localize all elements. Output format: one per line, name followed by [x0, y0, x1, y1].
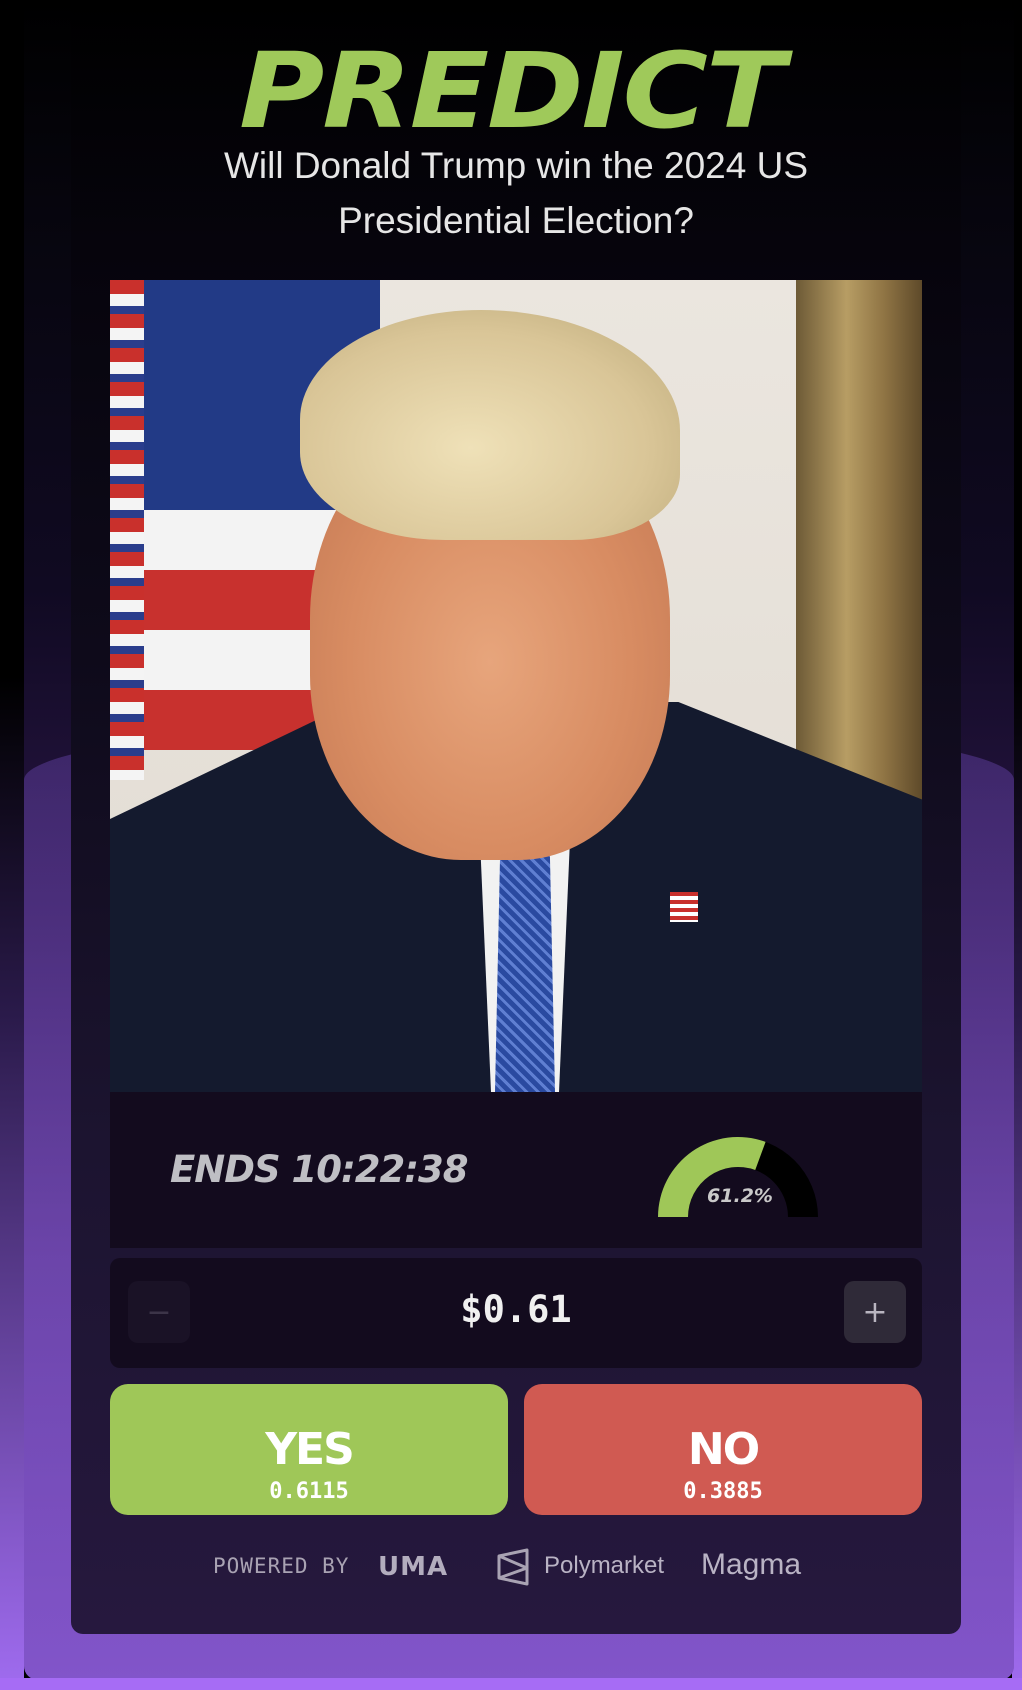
no-label: NO: [687, 1423, 760, 1475]
polymarket-link[interactable]: Polymarket: [544, 1552, 664, 1580]
magma-link[interactable]: Magma: [701, 1548, 801, 1582]
yes-button[interactable]: YES 0.6115: [110, 1384, 508, 1515]
market-question: Will Donald Trump win the 2024 US Presid…: [223, 145, 809, 241]
predict-logo: PREDICT: [239, 30, 785, 152]
timer-panel: ENDS 10:22:38 61.2%: [110, 1092, 922, 1248]
no-button[interactable]: NO 0.3885: [524, 1384, 922, 1515]
hair: [300, 310, 680, 540]
flag-pin: [670, 892, 698, 922]
yes-label: YES: [265, 1423, 355, 1475]
increase-button[interactable]: +: [844, 1281, 906, 1343]
footer: POWERED BY UMA Polymarket Magma: [0, 1546, 1022, 1586]
amount-value: $0.61: [460, 1288, 572, 1331]
candidate-portrait: [110, 280, 922, 1092]
powered-by-label: POWERED BY: [213, 1554, 350, 1578]
background-edge-bottom: [0, 1678, 1022, 1690]
flag-cord: [110, 280, 144, 780]
no-odds: 0.3885: [683, 1478, 763, 1504]
uma-logo[interactable]: UMA: [378, 1552, 448, 1582]
background-edge-left: [0, 0, 24, 1690]
amount-stepper: − $0.61 +: [110, 1258, 922, 1368]
probability-label: 61.2%: [707, 1185, 773, 1207]
polymarket-icon: [497, 1548, 529, 1586]
ends-countdown: ENDS 10:22:38: [170, 1148, 469, 1191]
yes-odds: 0.6115: [269, 1478, 349, 1504]
